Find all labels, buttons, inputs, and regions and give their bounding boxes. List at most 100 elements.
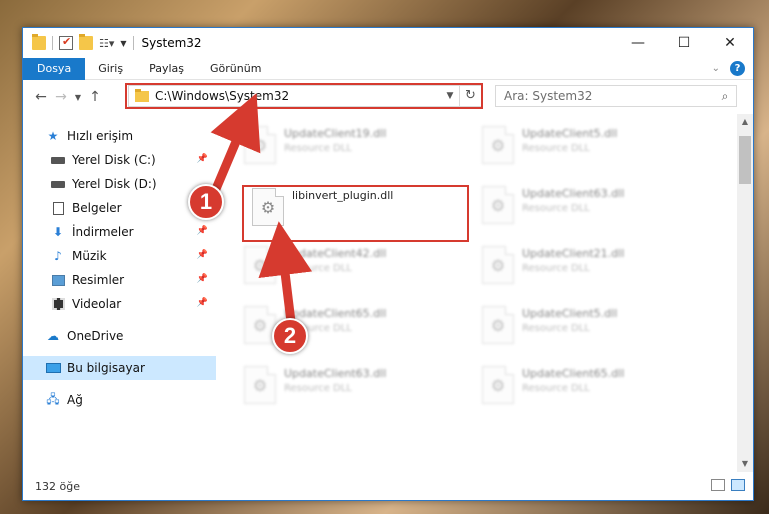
file-name: UpdateClient42.dll	[284, 247, 387, 260]
properties-icon[interactable]	[59, 35, 73, 50]
pin-icon[interactable]: 📌	[197, 298, 208, 308]
nav-pictures[interactable]: Resimler 📌	[23, 268, 216, 292]
help-icon[interactable]: ?	[730, 61, 745, 76]
file-name: UpdateClient19.dll	[284, 127, 387, 140]
file-name: UpdateClient65.dll	[522, 367, 625, 380]
pictures-icon	[50, 273, 66, 287]
address-path[interactable]: C:\Windows\System32	[155, 89, 441, 103]
details-view-icon[interactable]	[711, 479, 725, 491]
tab-share[interactable]: Paylaş	[136, 58, 197, 80]
scroll-up-icon[interactable]: ▲	[737, 114, 753, 130]
status-bar: 132 öğe	[23, 472, 753, 500]
nav-this-pc[interactable]: Bu bilgisayar	[23, 356, 216, 380]
file-item[interactable]: ⚙ UpdateClient5.dll Resource DLL	[474, 124, 700, 170]
nav-downloads[interactable]: ⬇ İndirmeler 📌	[23, 220, 216, 244]
file-item[interactable]: ⚙ UpdateClient65.dll Resource DLL	[236, 304, 462, 350]
nav-documents[interactable]: Belgeler	[23, 196, 216, 220]
file-item[interactable]: ⚙ UpdateClient5.dll Resource DLL	[474, 304, 700, 350]
nav-item-label: Müzik	[72, 249, 107, 263]
pin-icon[interactable]: 📌	[197, 154, 208, 164]
search-box[interactable]: Ara: System32 ⌕	[495, 85, 737, 107]
maximize-button[interactable]: ☐	[661, 28, 707, 58]
search-input[interactable]: Ara: System32	[504, 89, 714, 103]
close-button[interactable]: ✕	[707, 28, 753, 58]
downloads-icon: ⬇	[52, 225, 64, 239]
address-row: ← → ▼ ↑ C:\Windows\System32 ▼ ↻ Ara: Sys…	[23, 80, 753, 114]
file-name: UpdateClient21.dll	[522, 247, 625, 260]
quick-access-toolbar: ☷▾ ▼	[23, 34, 134, 50]
tab-view[interactable]: Görünüm	[197, 58, 274, 80]
dll-file-icon: ⚙	[244, 366, 276, 404]
pin-icon[interactable]: 📌	[197, 250, 208, 260]
forward-arrow-icon[interactable]: →	[51, 89, 71, 105]
nav-item-label: Yerel Disk (C:)	[72, 153, 156, 167]
scroll-down-icon[interactable]: ▼	[737, 456, 753, 472]
folder-icon	[135, 88, 149, 102]
nav-item-label: Yerel Disk (D:)	[72, 177, 157, 191]
pin-icon[interactable]: 📌	[197, 274, 208, 284]
navigation-pane: ★ Hızlı erişim Yerel Disk (C:) 📌 Yerel D…	[23, 114, 216, 472]
scrollbar-thumb[interactable]	[739, 136, 751, 184]
file-item[interactable]: ⚙ UpdateClient63.dll Resource DLL	[474, 184, 700, 230]
nav-item-label: Belgeler	[72, 201, 122, 215]
nav-item-label: OneDrive	[67, 329, 124, 343]
nav-onedrive[interactable]: ☁ OneDrive	[23, 324, 216, 348]
star-icon: ★	[47, 129, 59, 143]
address-dropdown-icon[interactable]: ▼	[441, 91, 459, 101]
minimize-button[interactable]: —	[615, 28, 661, 58]
window-title: System32	[141, 36, 202, 50]
view-options-icon[interactable]: ☷▾	[99, 37, 114, 50]
nav-music[interactable]: ♪ Müzik 📌	[23, 244, 216, 268]
vertical-scrollbar[interactable]: ▲ ▼	[737, 114, 753, 472]
nav-quick-access[interactable]: ★ Hızlı erişim	[23, 124, 216, 148]
dll-file-icon: ⚙	[482, 186, 514, 224]
dll-file-icon: ⚙	[482, 306, 514, 344]
refresh-icon[interactable]: ↻	[459, 86, 481, 106]
dll-file-icon: ⚙	[482, 366, 514, 404]
file-type: Resource DLL	[522, 263, 590, 274]
file-item[interactable]: ⚙ UpdateClient19.dll Resource DLL	[236, 124, 462, 170]
file-item[interactable]: ⚙ UpdateClient42.dll Resource DLL	[236, 244, 462, 290]
tab-home[interactable]: Giriş	[85, 58, 136, 80]
cloud-icon: ☁	[47, 329, 59, 343]
toolbar-separator	[52, 36, 53, 50]
file-type: Resource DLL	[522, 383, 590, 394]
back-arrow-icon[interactable]: ←	[31, 89, 51, 105]
customize-toolbar-icon[interactable]: ▼	[120, 39, 126, 48]
nav-network[interactable]: 🖧 Ağ	[23, 388, 216, 412]
nav-local-disk-d[interactable]: Yerel Disk (D:)	[23, 172, 216, 196]
dll-file-icon: ⚙	[482, 126, 514, 164]
dll-file-icon: ⚙	[244, 126, 276, 164]
file-item-libinvert-plugin[interactable]: ⚙ libinvert_plugin.dll	[244, 186, 470, 232]
title-bar: ☷▾ ▼ System32 — ☐ ✕	[23, 28, 753, 58]
file-name: UpdateClient65.dll	[284, 307, 387, 320]
file-type: Resource DLL	[284, 143, 352, 154]
dll-file-icon: ⚙	[252, 188, 284, 226]
nav-local-disk-c[interactable]: Yerel Disk (C:) 📌	[23, 148, 216, 172]
file-item[interactable]: ⚙ UpdateClient63.dll Resource DLL	[236, 364, 462, 410]
recent-locations-chevron-icon[interactable]: ▼	[71, 93, 85, 102]
nav-videos[interactable]: Videolar 📌	[23, 292, 216, 316]
search-icon[interactable]: ⌕	[714, 89, 736, 104]
file-type: Resource DLL	[522, 203, 590, 214]
dll-file-icon: ⚙	[244, 246, 276, 284]
address-bar[interactable]: C:\Windows\System32 ▼ ↻	[128, 85, 482, 107]
file-list: ⚙ UpdateClient19.dll Resource DLL ⚙ Updat…	[216, 114, 753, 472]
file-type: Resource DLL	[522, 323, 590, 334]
expand-ribbon-chevron-icon[interactable]: ⌄	[712, 63, 720, 74]
file-name: UpdateClient63.dll	[522, 187, 625, 200]
pin-icon[interactable]: 📌	[197, 226, 208, 236]
videos-icon	[50, 297, 66, 311]
file-item[interactable]: ⚙ UpdateClient65.dll Resource DLL	[474, 364, 700, 410]
file-name: UpdateClient63.dll	[284, 367, 387, 380]
file-item[interactable]: ⚙ UpdateClient21.dll Resource DLL	[474, 244, 700, 290]
drive-icon	[50, 177, 66, 191]
nav-item-label: Hızlı erişim	[67, 129, 134, 143]
nav-item-label: İndirmeler	[72, 225, 134, 239]
new-folder-icon[interactable]	[79, 34, 93, 50]
up-arrow-icon[interactable]: ↑	[85, 89, 105, 105]
step-2-badge: 2	[272, 318, 308, 354]
large-icons-view-icon[interactable]	[731, 479, 745, 491]
tab-file[interactable]: Dosya	[23, 57, 86, 80]
network-icon: 🖧	[46, 391, 60, 406]
